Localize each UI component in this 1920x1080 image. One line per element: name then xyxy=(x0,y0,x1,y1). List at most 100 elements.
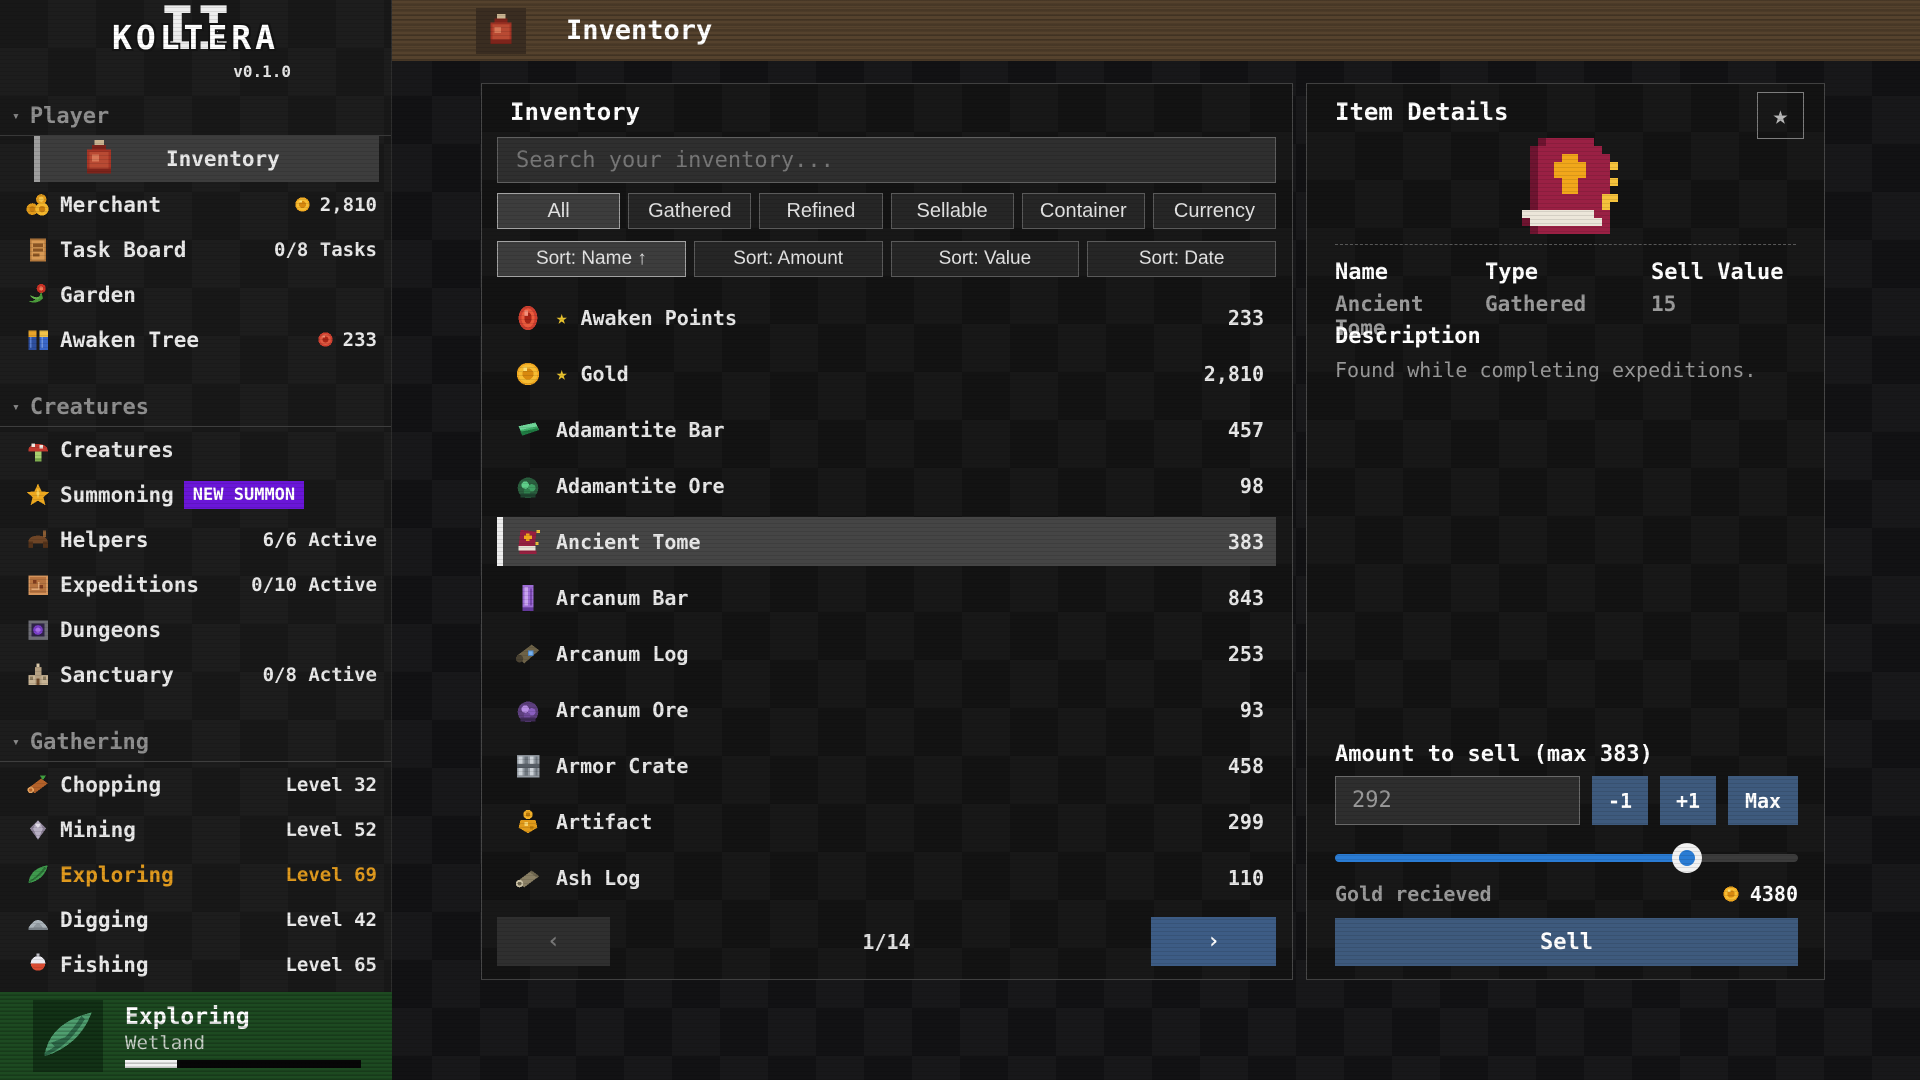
name-label: Name xyxy=(1335,260,1485,285)
search-input[interactable] xyxy=(497,137,1276,183)
section-header-player[interactable]: ▾Player xyxy=(0,102,391,136)
item-row-arcanum-bar[interactable]: Arcanum Bar 843 xyxy=(497,573,1276,622)
activity-banner[interactable]: Exploring Wetland xyxy=(0,992,392,1080)
sidebar-item-value: Level 52 xyxy=(285,819,377,841)
filter-tab-container[interactable]: Container xyxy=(1022,193,1145,229)
sidebar-item-digging[interactable]: DiggingLevel 42 xyxy=(0,897,391,942)
item-row-ash-log[interactable]: Ash Log110 xyxy=(497,853,1276,902)
item-amount: 233 xyxy=(1228,306,1264,330)
next-page-button[interactable]: › xyxy=(1151,917,1276,966)
armor-crate-icon xyxy=(513,751,543,781)
item-row-arcanum-ore[interactable]: Arcanum Ore93 xyxy=(497,685,1276,734)
sidebar-item-value: Level 42 xyxy=(285,909,377,931)
sidebar-item-value: 2,810 xyxy=(293,194,377,216)
sidebar-item-label: Fishing xyxy=(60,953,149,977)
sidebar-item-value: Level 65 xyxy=(285,954,377,976)
app-logo: II KOLTERA v0.1.0 xyxy=(0,0,391,102)
item-row-awaken-points[interactable]: ★Awaken Points233 xyxy=(497,293,1276,342)
ash-log-icon xyxy=(513,863,543,893)
item-amount: 843 xyxy=(1228,586,1264,610)
filter-tab-sellable[interactable]: Sellable xyxy=(891,193,1014,229)
item-row-adamantite-bar[interactable]: Adamantite Bar457 xyxy=(497,405,1276,454)
mining-icon xyxy=(25,817,51,843)
sidebar-item-summoning[interactable]: SummoningNEW SUMMON xyxy=(0,472,391,517)
item-row-armor-crate[interactable]: Armor Crate 458 xyxy=(497,741,1276,790)
item-row-artifact[interactable]: Artifact299 xyxy=(497,797,1276,846)
sidebar-item-label: Inventory xyxy=(166,147,280,171)
map-icon xyxy=(25,572,51,598)
sidebar-item-label: Sanctuary xyxy=(60,663,174,687)
sidebar-item-helpers[interactable]: Helpers6/6 Active xyxy=(0,517,391,562)
sidebar-item-inventory[interactable]: Inventory xyxy=(34,136,379,182)
sidebar-item-fishing[interactable]: Fishing Level 65 xyxy=(0,942,391,987)
filter-tab-gathered[interactable]: Gathered xyxy=(628,193,751,229)
awaken-points-icon xyxy=(513,303,543,333)
adamantite-bar-icon xyxy=(513,415,543,445)
adamantite-ore-icon xyxy=(513,471,543,501)
sell-block: Amount to sell (max 383) -1 +1 Max Gold … xyxy=(1335,742,1798,966)
plus-one-button[interactable]: +1 xyxy=(1660,776,1716,825)
item-row-adamantite-ore[interactable]: Adamantite Ore98 xyxy=(497,461,1276,510)
sidebar-item-merchant[interactable]: Merchant 2,810 xyxy=(0,182,391,227)
section-header-creatures[interactable]: ▾Creatures xyxy=(0,393,391,427)
favorite-star-button[interactable]: ★ xyxy=(1757,92,1804,139)
sidebar-item-label: Dungeons xyxy=(60,618,161,642)
sidebar-item-mining[interactable]: MiningLevel 52 xyxy=(0,807,391,852)
item-row-arcanum-log[interactable]: Arcanum Log253 xyxy=(497,629,1276,678)
prev-page-button[interactable]: ‹ xyxy=(497,917,610,966)
exploring-icon xyxy=(25,862,51,888)
item-name: Gold xyxy=(580,362,628,386)
description-text: Found while completing expeditions. xyxy=(1335,358,1796,382)
item-name: Armor Crate xyxy=(556,754,688,778)
item-details-panel: Item Details ★ Name Type Sell Value Anci… xyxy=(1306,83,1825,980)
description-block: Description Found while completing exped… xyxy=(1335,324,1796,382)
item-name: Arcanum Bar xyxy=(556,586,688,610)
sidebar-item-sanctuary[interactable]: Sanctuary0/8 Active xyxy=(0,652,391,697)
sidebar-item-expeditions[interactable]: Expeditions0/10 Active xyxy=(0,562,391,607)
sidebar-item-label: Merchant xyxy=(60,193,161,217)
item-amount: 458 xyxy=(1228,754,1264,778)
amount-input[interactable] xyxy=(1335,776,1580,825)
item-name: Adamantite Bar xyxy=(556,418,725,442)
amount-slider[interactable] xyxy=(1335,843,1798,873)
sidebar-item-label: Awaken Tree xyxy=(60,328,199,352)
sidebar-item-awaken-tree[interactable]: Awaken Tree233 xyxy=(0,317,391,362)
church-icon xyxy=(25,662,51,688)
portal-icon xyxy=(25,617,51,643)
max-button[interactable]: Max xyxy=(1728,776,1798,825)
sidebar-item-dungeons[interactable]: Dungeons xyxy=(0,607,391,652)
item-details-title: Item Details xyxy=(1335,98,1824,126)
item-name: Adamantite Ore xyxy=(556,474,725,498)
feather-icon xyxy=(33,1000,103,1072)
filter-tab-refined[interactable]: Refined xyxy=(759,193,882,229)
sort-button-sort-amount[interactable]: Sort: Amount xyxy=(694,241,883,277)
sidebar-item-exploring[interactable]: ExploringLevel 69 xyxy=(0,852,391,897)
section-label: Gathering xyxy=(30,730,149,755)
sidebar-item-task-board[interactable]: Task Board0/8 Tasks xyxy=(0,227,391,272)
sidebar-item-chopping[interactable]: ChoppingLevel 32 xyxy=(0,762,391,807)
sidebar-item-creatures[interactable]: Creatures xyxy=(0,427,391,472)
sell-button[interactable]: Sell xyxy=(1335,918,1798,966)
item-row-ancient-tome[interactable]: Ancient Tome383 xyxy=(497,517,1276,566)
sidebar-item-garden[interactable]: Garden xyxy=(0,272,391,317)
filter-tab-currency[interactable]: Currency xyxy=(1153,193,1276,229)
section-label: Player xyxy=(30,104,109,129)
section-header-gathering[interactable]: ▾Gathering xyxy=(0,728,391,762)
filter-bar: AllGatheredRefinedSellableContainerCurre… xyxy=(497,193,1276,229)
minus-one-button[interactable]: -1 xyxy=(1592,776,1648,825)
inventory-panel-title: Inventory xyxy=(510,98,1292,126)
pagination: 1/14 ‹ › xyxy=(497,917,1276,966)
item-row-gold[interactable]: ★Gold2,810 xyxy=(497,349,1276,398)
sidebar-item-label: Task Board xyxy=(60,238,186,262)
sort-button-sort-value[interactable]: Sort: Value xyxy=(891,241,1080,277)
filter-tab-all[interactable]: All xyxy=(497,193,620,229)
sort-button-sort-date[interactable]: Sort: Date xyxy=(1087,241,1276,277)
arcanum-ore-icon xyxy=(513,695,543,725)
item-amount: 2,810 xyxy=(1204,362,1264,386)
sort-button-sort-name[interactable]: Sort: Name ↑ xyxy=(497,241,686,277)
sidebar: II KOLTERA v0.1.0 ▾PlayerInventoryMercha… xyxy=(0,0,392,1080)
slider-handle[interactable] xyxy=(1672,843,1702,873)
divider xyxy=(1335,244,1796,245)
description-label: Description xyxy=(1335,324,1796,349)
item-name: Ash Log xyxy=(556,866,640,890)
